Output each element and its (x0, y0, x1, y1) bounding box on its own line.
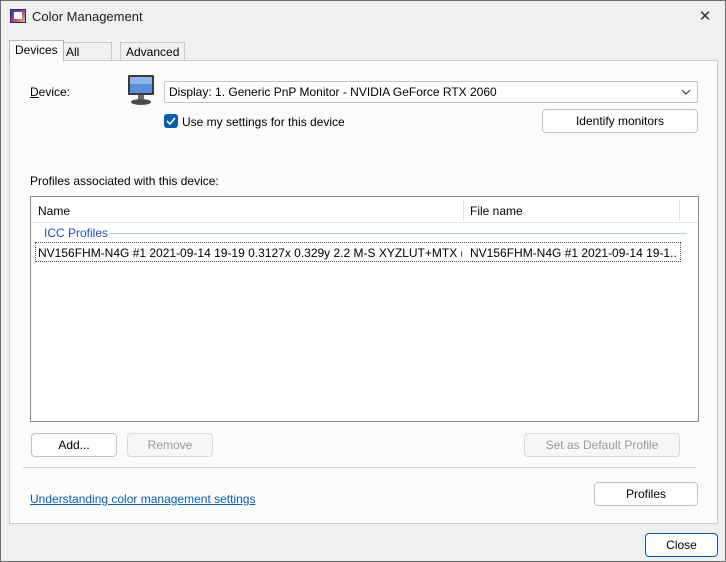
close-icon[interactable]: ✕ (685, 1, 725, 33)
title-bar: Color Management ✕ (1, 1, 725, 33)
use-my-settings-checkbox[interactable] (164, 114, 178, 128)
color-management-window: Color Management ✕ Devices All Profiles … (0, 0, 726, 562)
column-header-name[interactable]: Name (38, 204, 70, 218)
list-header: Name File name (31, 197, 698, 223)
identify-monitors-button[interactable]: Identify monitors (542, 109, 698, 133)
group-title-icc-profiles: ICC Profiles (44, 226, 109, 240)
table-row[interactable]: NV156FHM-N4G #1 2021-09-14 19-19 0.3127x… (35, 242, 681, 262)
profiles-section-label: Profiles associated with this device: (30, 174, 219, 188)
row-file-cell: NV156FHM-N4G #1 2021-09-14 19-1... (470, 246, 678, 260)
color-management-icon (10, 9, 26, 23)
profiles-button[interactable]: Profiles (594, 482, 698, 506)
add-button[interactable]: Add... (31, 433, 117, 457)
column-header-file-name[interactable]: File name (470, 204, 523, 218)
close-button[interactable]: Close (645, 533, 718, 557)
checkmark-icon (166, 117, 176, 126)
row-name-cell: NV156FHM-N4G #1 2021-09-14 19-19 0.3127x… (38, 246, 462, 260)
group-divider (109, 233, 687, 234)
device-dropdown[interactable]: Display: 1. Generic PnP Monitor - NVIDIA… (164, 81, 698, 103)
device-label-rest: evice: (38, 85, 71, 99)
column-divider[interactable] (679, 200, 680, 220)
tab-advanced[interactable]: Advanced (120, 42, 186, 60)
profiles-list[interactable]: Name File name ICC Profiles NV156FHM-N4G… (30, 196, 699, 422)
column-divider[interactable] (463, 200, 464, 220)
tab-devices[interactable]: Devices (9, 40, 64, 61)
divider (23, 467, 696, 468)
set-default-profile-button[interactable]: Set as Default Profile (524, 433, 680, 457)
understanding-color-management-link[interactable]: Understanding color management settings (30, 492, 255, 506)
tab-all-profiles[interactable]: All Profiles (60, 42, 113, 73)
remove-button[interactable]: Remove (127, 433, 213, 457)
window-title: Color Management (32, 9, 143, 24)
monitor-icon (128, 75, 154, 105)
use-my-settings-label[interactable]: Use my settings for this device (182, 115, 345, 129)
device-label: Device: (30, 85, 71, 99)
device-dropdown-value: Display: 1. Generic PnP Monitor - NVIDIA… (169, 85, 497, 99)
chevron-down-icon (681, 89, 691, 95)
